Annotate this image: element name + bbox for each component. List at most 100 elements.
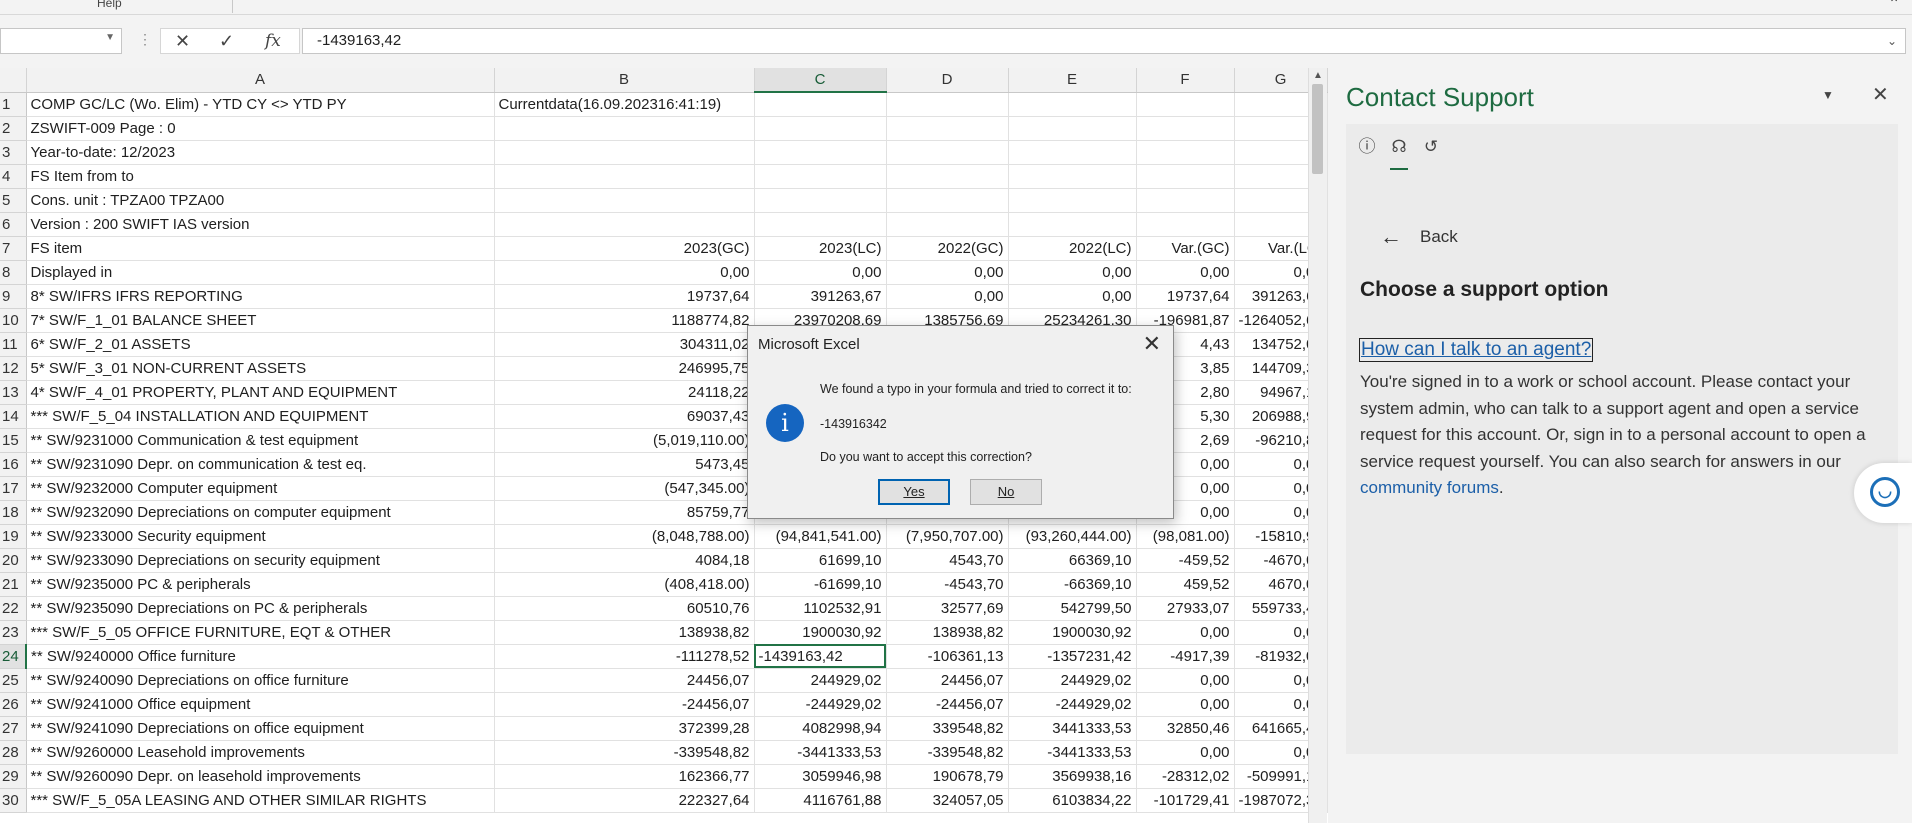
cell-d[interactable] bbox=[886, 92, 1009, 117]
cell-b[interactable]: (547,345.00) bbox=[494, 476, 755, 501]
cell-d[interactable]: 0,00 bbox=[886, 260, 1009, 285]
cell-c[interactable]: 3059946,98 bbox=[754, 764, 887, 789]
back-button[interactable]: ← Back bbox=[1380, 224, 1458, 250]
row-header[interactable]: 3 bbox=[0, 140, 27, 165]
cell-f[interactable] bbox=[1136, 140, 1235, 165]
row-header[interactable]: 4 bbox=[0, 164, 27, 189]
cell-e[interactable] bbox=[1008, 92, 1137, 117]
cell-d[interactable]: 2022(GC) bbox=[886, 236, 1009, 261]
cell-d[interactable] bbox=[886, 188, 1009, 213]
cell-e[interactable] bbox=[1008, 116, 1137, 141]
cell-b[interactable]: 60510,76 bbox=[494, 596, 755, 621]
cell-c[interactable]: -244929,02 bbox=[754, 692, 887, 717]
row-header[interactable]: 26 bbox=[0, 692, 27, 717]
cell-a[interactable]: Year-to-date: 12/2023 bbox=[26, 140, 495, 165]
name-box-dropdown-icon[interactable]: ▼ bbox=[105, 32, 115, 43]
cell-a[interactable]: ** SW/9235090 Depreciations on PC & peri… bbox=[26, 596, 495, 621]
row-header[interactable]: 14 bbox=[0, 404, 27, 429]
cell-e[interactable] bbox=[1008, 188, 1137, 213]
cell-b[interactable]: (5,019,110.00) bbox=[494, 428, 755, 453]
row-header[interactable]: 10 bbox=[0, 308, 27, 333]
cell-b[interactable]: 0,00 bbox=[494, 260, 755, 285]
cell-b[interactable]: 4084,18 bbox=[494, 548, 755, 573]
cell-a[interactable]: ** SW/9260090 Depr. on leasehold improve… bbox=[26, 764, 495, 789]
cell-b[interactable] bbox=[494, 116, 755, 141]
ribbon-tab-help[interactable]: Help bbox=[97, 0, 122, 10]
cell-a[interactable]: *** SW/F_5_05 OFFICE FURNITURE, EQT & OT… bbox=[26, 620, 495, 645]
cell-a[interactable]: ** SW/9232090 Depreciations on computer … bbox=[26, 500, 495, 525]
cell-b[interactable] bbox=[494, 164, 755, 189]
cell-a[interactable]: ** SW/9232000 Computer equipment bbox=[26, 476, 495, 501]
cell-d[interactable] bbox=[886, 140, 1009, 165]
cell-d[interactable]: 324057,05 bbox=[886, 788, 1009, 813]
cell-e[interactable]: (93,260,444.00) bbox=[1008, 524, 1137, 549]
row-header[interactable]: 16 bbox=[0, 452, 27, 477]
cell-f[interactable] bbox=[1136, 188, 1235, 213]
cell-b[interactable]: -24456,07 bbox=[494, 692, 755, 717]
cell-a[interactable]: ** SW/9241000 Office equipment bbox=[26, 692, 495, 717]
cell-e[interactable]: 244929,02 bbox=[1008, 668, 1137, 693]
cell-b[interactable]: 2023(GC) bbox=[494, 236, 755, 261]
row-header[interactable]: 13 bbox=[0, 380, 27, 405]
cell-a[interactable]: FS item bbox=[26, 236, 495, 261]
cell-b[interactable]: (408,418.00) bbox=[494, 572, 755, 597]
cell-b[interactable]: 24118,22 bbox=[494, 380, 755, 405]
help-icon[interactable]: ⓘ bbox=[1356, 136, 1378, 158]
row-header[interactable]: 19 bbox=[0, 524, 27, 549]
row-header[interactable]: 8 bbox=[0, 260, 27, 285]
row-header[interactable]: 25 bbox=[0, 668, 27, 693]
cell-a[interactable]: ZSWIFT-009 Page : 0 bbox=[26, 116, 495, 141]
cell-a[interactable]: ** SW/9233000 Security equipment bbox=[26, 524, 495, 549]
cell-f[interactable]: 19737,64 bbox=[1136, 284, 1235, 309]
row-header[interactable]: 22 bbox=[0, 596, 27, 621]
cell-c[interactable] bbox=[754, 140, 887, 165]
cell-a[interactable]: ** SW/9241090 Depreciations on office eq… bbox=[26, 716, 495, 741]
cell-b[interactable]: 24456,07 bbox=[494, 668, 755, 693]
cell-b[interactable]: 19737,64 bbox=[494, 284, 755, 309]
cell-c[interactable]: -61699,10 bbox=[754, 572, 887, 597]
cell-b[interactable]: 222327,64 bbox=[494, 788, 755, 813]
cell-f[interactable]: 0,00 bbox=[1136, 668, 1235, 693]
panel-options-icon[interactable]: ▼ bbox=[1822, 88, 1834, 102]
cell-e[interactable]: -3441333,53 bbox=[1008, 740, 1137, 765]
cell-f[interactable]: 459,52 bbox=[1136, 572, 1235, 597]
cell-e[interactable]: -66369,10 bbox=[1008, 572, 1137, 597]
cell-a[interactable]: 7* SW/F_1_01 BALANCE SHEET bbox=[26, 308, 495, 333]
cell-f[interactable] bbox=[1136, 92, 1235, 117]
row-header[interactable]: 21 bbox=[0, 572, 27, 597]
cell-b[interactable]: 85759,77 bbox=[494, 500, 755, 525]
cell-a[interactable]: ** SW/9240090 Depreciations on office fu… bbox=[26, 668, 495, 693]
row-header[interactable]: 11 bbox=[0, 332, 27, 357]
cell-a[interactable]: 6* SW/F_2_01 ASSETS bbox=[26, 332, 495, 357]
cell-d[interactable]: -24456,07 bbox=[886, 692, 1009, 717]
row-header[interactable]: 2 bbox=[0, 116, 27, 141]
row-header[interactable]: 7 bbox=[0, 236, 27, 261]
cell-a[interactable]: ** SW/9233090 Depreciations on security … bbox=[26, 548, 495, 573]
cell-e[interactable]: 2022(LC) bbox=[1008, 236, 1137, 261]
cell-a[interactable]: *** SW/F_5_05A LEASING AND OTHER SIMILAR… bbox=[26, 788, 495, 813]
cell-e[interactable]: 1900030,92 bbox=[1008, 620, 1137, 645]
cell-b[interactable]: 162366,77 bbox=[494, 764, 755, 789]
column-header-d[interactable]: D bbox=[886, 68, 1009, 93]
cell-a[interactable]: 4* SW/F_4_01 PROPERTY, PLANT AND EQUIPME… bbox=[26, 380, 495, 405]
cell-e[interactable]: -1357231,42 bbox=[1008, 644, 1137, 669]
insert-function-icon[interactable]: fx bbox=[265, 29, 281, 53]
cell-b[interactable]: 372399,28 bbox=[494, 716, 755, 741]
cell-c[interactable]: 391263,67 bbox=[754, 284, 887, 309]
cell-b[interactable]: 246995,75 bbox=[494, 356, 755, 381]
cell-f[interactable]: 0,00 bbox=[1136, 740, 1235, 765]
cell-b[interactable]: 5473,45 bbox=[494, 452, 755, 477]
cell-d[interactable] bbox=[886, 164, 1009, 189]
cell-a[interactable]: COMP GC/LC (Wo. Elim) - YTD CY <> YTD PY bbox=[26, 92, 495, 117]
cell-f[interactable] bbox=[1136, 116, 1235, 141]
cell-e[interactable] bbox=[1008, 164, 1137, 189]
cell-b[interactable]: 69037,43 bbox=[494, 404, 755, 429]
yes-button[interactable]: Yes bbox=[878, 479, 950, 505]
cell-d[interactable]: 24456,07 bbox=[886, 668, 1009, 693]
cell-e[interactable]: 66369,10 bbox=[1008, 548, 1137, 573]
history-icon[interactable]: ↺ bbox=[1420, 136, 1442, 158]
cell-c[interactable]: 2023(LC) bbox=[754, 236, 887, 261]
cell-f[interactable]: -101729,41 bbox=[1136, 788, 1235, 813]
column-header-b[interactable]: B bbox=[494, 68, 755, 93]
row-header[interactable]: 20 bbox=[0, 548, 27, 573]
